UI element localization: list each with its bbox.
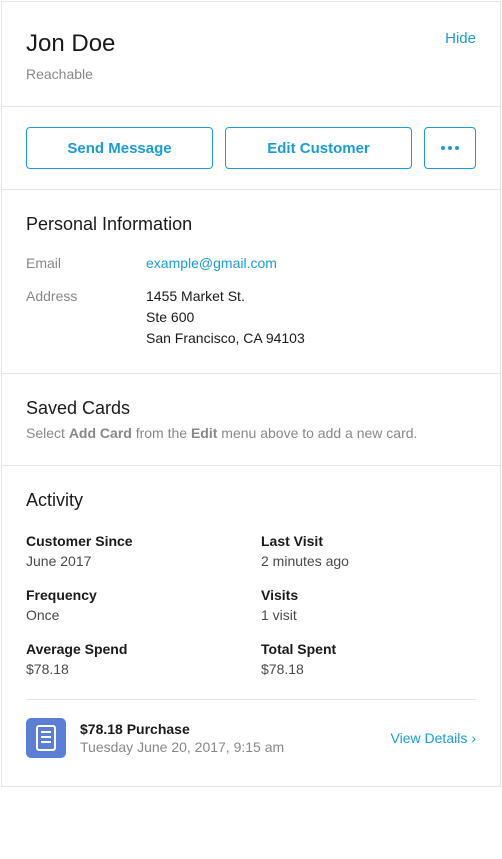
stat-total-spent: Total Spent $78.18 (261, 641, 476, 677)
saved-cards-title: Saved Cards (26, 398, 476, 419)
stat-visits: Visits 1 visit (261, 587, 476, 623)
address-label: Address (26, 286, 146, 349)
email-link[interactable]: example@gmail.com (146, 255, 277, 271)
stat-average-spend: Average Spend $78.18 (26, 641, 241, 677)
saved-cards-subtitle: Select Add Card from the Edit menu above… (26, 425, 476, 441)
personal-info-title: Personal Information (26, 214, 476, 235)
header-section: Jon Doe Reachable Hide (2, 2, 500, 107)
edit-customer-button[interactable]: Edit Customer (225, 127, 412, 169)
receipt-icon (26, 718, 66, 758)
activity-section: Activity Customer Since June 2017 Last V… (2, 466, 500, 786)
stat-frequency: Frequency Once (26, 587, 241, 623)
send-message-button[interactable]: Send Message (26, 127, 213, 169)
purchase-row: $78.18 Purchase Tuesday June 20, 2017, 9… (26, 718, 476, 758)
email-row: Email example@gmail.com (26, 253, 476, 274)
customer-status: Reachable (26, 66, 115, 82)
purchase-title: $78.18 Purchase (80, 721, 377, 737)
email-label: Email (26, 253, 146, 274)
purchase-date: Tuesday June 20, 2017, 9:15 am (80, 739, 377, 755)
hide-link[interactable]: Hide (445, 30, 476, 47)
activity-title: Activity (26, 490, 476, 511)
saved-cards-section: Saved Cards Select Add Card from the Edi… (2, 374, 500, 466)
view-details-link[interactable]: View Details › (391, 730, 476, 746)
customer-name: Jon Doe (26, 30, 115, 58)
activity-stats-grid: Customer Since June 2017 Last Visit 2 mi… (26, 533, 476, 677)
personal-info-section: Personal Information Email example@gmail… (2, 190, 500, 374)
actions-section: Send Message Edit Customer (2, 107, 500, 190)
more-icon (441, 146, 445, 150)
more-actions-button[interactable] (424, 127, 476, 169)
address-value: 1455 Market St. Ste 600 San Francisco, C… (146, 286, 305, 349)
customer-detail-card: Jon Doe Reachable Hide Send Message Edit… (1, 1, 501, 787)
chevron-right-icon: › (471, 730, 476, 746)
stat-last-visit: Last Visit 2 minutes ago (261, 533, 476, 569)
stat-customer-since: Customer Since June 2017 (26, 533, 241, 569)
activity-divider (26, 699, 476, 700)
address-row: Address 1455 Market St. Ste 600 San Fran… (26, 286, 476, 349)
